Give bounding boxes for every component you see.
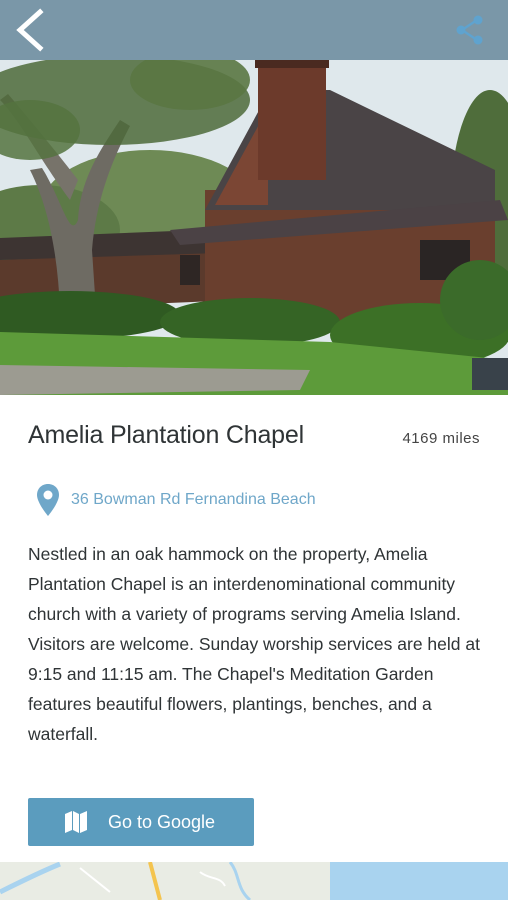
map-icon xyxy=(65,811,87,833)
address-text: 36 Bowman Rd Fernandina Beach xyxy=(71,491,316,508)
address-link[interactable]: 36 Bowman Rd Fernandina Beach xyxy=(36,483,316,517)
top-app-bar xyxy=(0,0,508,60)
hero-image xyxy=(0,60,508,395)
go-to-google-label: Go to Google xyxy=(108,811,216,832)
place-description: Nestled in an oak hammock on the propert… xyxy=(28,544,480,744)
map-pin-icon xyxy=(37,484,59,516)
share-icon xyxy=(456,15,483,45)
share-button[interactable] xyxy=(452,12,488,48)
place-title: Amelia Plantation Chapel xyxy=(28,421,304,449)
place-details: Amelia Plantation Chapel 4169 miles 36 B… xyxy=(0,395,508,862)
go-to-google-button[interactable]: Go to Google xyxy=(28,798,254,846)
distance-label: 4169 miles xyxy=(402,430,480,447)
back-button[interactable] xyxy=(8,8,52,52)
chevron-left-icon xyxy=(16,8,44,52)
map-preview[interactable] xyxy=(0,862,508,900)
